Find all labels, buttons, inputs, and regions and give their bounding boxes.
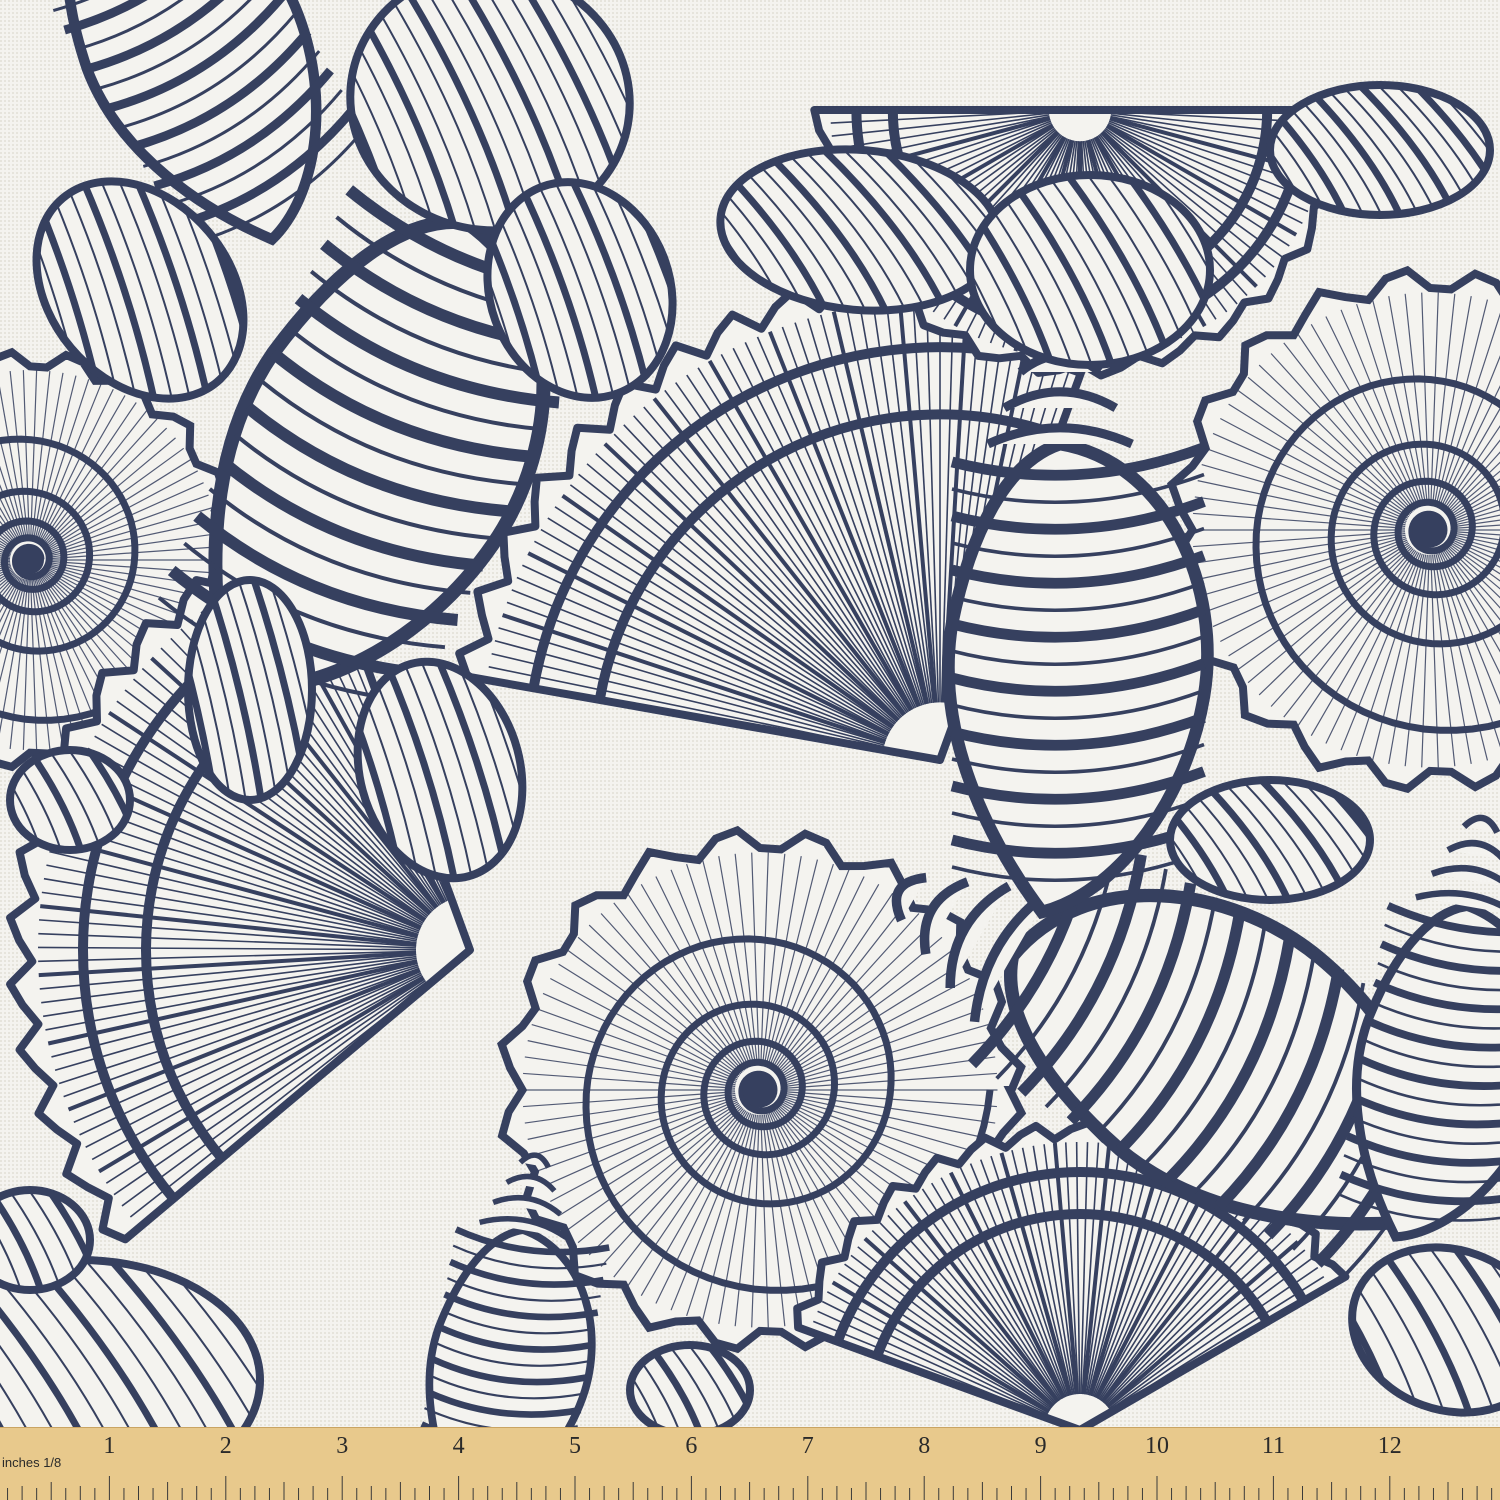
ruler-number: 2 — [220, 1433, 232, 1459]
ruler-number: 12 — [1378, 1433, 1402, 1459]
ruler-number: 10 — [1145, 1433, 1169, 1459]
ruler-number: 5 — [569, 1433, 581, 1459]
fabric-product-image: inches 1/8 1234567891011121 — [0, 0, 1500, 1500]
ruler-number: 1 — [103, 1433, 115, 1459]
ruler-number: 8 — [918, 1433, 930, 1459]
ruler-number: 3 — [336, 1433, 348, 1459]
ruler-number: 11 — [1262, 1433, 1285, 1459]
ruler-unit-label: inches 1/8 — [2, 1455, 61, 1470]
measuring-ruler: inches 1/8 1234567891011121 — [0, 1427, 1500, 1500]
ruler-number: 7 — [802, 1433, 814, 1459]
seashell-pattern — [0, 0, 1500, 1427]
ruler-number: 4 — [453, 1433, 465, 1459]
ruler-number: 9 — [1035, 1433, 1047, 1459]
ruler-number: 6 — [685, 1433, 697, 1459]
